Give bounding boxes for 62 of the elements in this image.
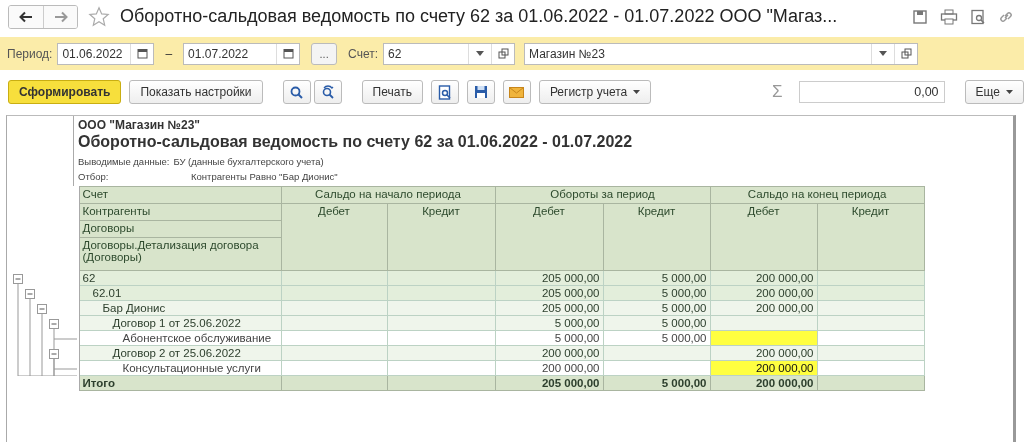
dropdown-icon[interactable] xyxy=(879,51,887,56)
more-button[interactable]: Еще xyxy=(964,80,1024,104)
collapse-icon[interactable] xyxy=(13,273,23,284)
period-label: Период: xyxy=(7,46,53,61)
save-icon[interactable] xyxy=(912,8,928,25)
collapse-icon[interactable] xyxy=(49,318,59,329)
envelope-icon xyxy=(509,86,525,98)
organization-name: ООО "Магазин №23" xyxy=(78,118,201,132)
sum-field[interactable]: 0,00 xyxy=(798,81,945,103)
column-header: Дебет xyxy=(495,203,603,271)
column-group-header: Обороты за период xyxy=(495,186,710,204)
period-select-button[interactable]: ... xyxy=(311,42,338,65)
search-refresh-icon xyxy=(320,85,335,99)
account-field[interactable]: 62 xyxy=(383,42,515,65)
calendar-icon[interactable] xyxy=(282,48,294,59)
date-to-field[interactable]: 01.07.2022 xyxy=(183,42,301,65)
print-icon[interactable] xyxy=(940,8,958,25)
preview-icon[interactable] xyxy=(970,8,986,25)
account-label: Счет: xyxy=(348,46,378,61)
dash: – xyxy=(165,46,173,61)
open-icon[interactable] xyxy=(900,48,912,59)
output-value: БУ (данные бухгалтерского учета) xyxy=(173,156,324,167)
right-arrow-icon xyxy=(53,10,68,23)
column-header: Кредит xyxy=(387,203,495,271)
preview-button[interactable] xyxy=(430,80,459,104)
report-title: Оборотно-сальдовая ведомость по счету 62 за 01.06.2022 - 01.07.2022 xyxy=(78,133,634,151)
preview-icon xyxy=(437,84,452,100)
caret-icon xyxy=(1006,90,1013,94)
left-arrow-icon xyxy=(19,10,33,23)
search-button[interactable] xyxy=(282,80,311,104)
row-header: Счет xyxy=(79,186,281,204)
column-header: Дебет xyxy=(710,203,817,271)
search-refresh-button[interactable] xyxy=(313,80,342,104)
collapse-icon[interactable] xyxy=(49,348,59,359)
column-group-header: Сальдо на конец периода xyxy=(710,186,924,204)
column-group-header: Сальдо на начало периода xyxy=(281,186,495,204)
calendar-icon[interactable] xyxy=(136,48,148,59)
collapse-icon[interactable] xyxy=(37,303,47,314)
column-header: Кредит xyxy=(603,203,710,271)
dropdown-icon[interactable] xyxy=(476,51,484,56)
caret-icon xyxy=(633,90,641,94)
back-button[interactable] xyxy=(9,5,43,28)
organization-field[interactable]: Магазин №23 xyxy=(524,42,918,65)
collapse-icon[interactable] xyxy=(25,288,35,299)
search-icon xyxy=(290,85,304,99)
print-button[interactable]: Печать xyxy=(361,80,423,104)
save-button[interactable] xyxy=(466,80,495,104)
show-settings-button[interactable]: Показать настройки xyxy=(129,80,263,104)
date-from-field[interactable]: 01.06.2022 xyxy=(57,42,155,65)
window-title: Оборотно-сальдовая ведомость по счету 62 за 01.06.2022 - 01.07.2022 ООО "Магаз... xyxy=(120,6,839,27)
column-header: Дебет xyxy=(281,203,387,271)
accounting-register-button[interactable]: Регистр учета xyxy=(538,80,652,104)
filter-label: Отбор: xyxy=(78,171,110,182)
filter-value: Контрагенты Равно "Бар Дионис" xyxy=(191,171,338,182)
generate-button[interactable]: Сформировать xyxy=(8,80,122,104)
star-icon[interactable] xyxy=(88,5,110,28)
output-label: Выводимые данные: xyxy=(78,156,170,167)
open-icon[interactable] xyxy=(497,48,509,59)
column-header: Кредит xyxy=(817,203,924,271)
email-button[interactable] xyxy=(502,80,531,104)
sum-sign: Σ xyxy=(772,82,783,102)
row-header: Договоры.Детализация договора (Договоры) xyxy=(79,237,281,271)
